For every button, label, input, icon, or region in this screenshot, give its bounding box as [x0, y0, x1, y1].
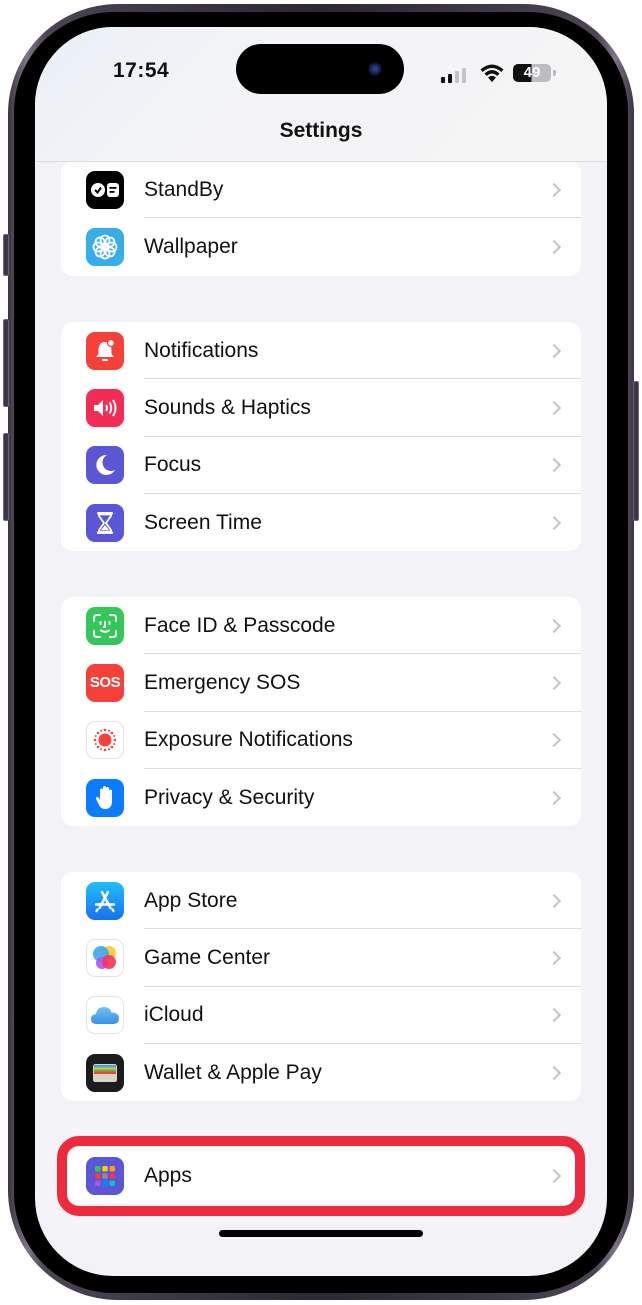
settings-item-screen-time[interactable]: Screen Time [61, 494, 581, 551]
standby-icon [86, 170, 124, 209]
bell-badge-icon [86, 331, 124, 370]
power-button [633, 381, 639, 521]
action-button [3, 234, 9, 276]
settings-item-label: Emergency SOS [144, 670, 301, 694]
settings-item-face-id[interactable]: Face ID & Passcode [61, 597, 581, 655]
settings-group-2: Notifications Sounds & Haptics Focus Scr… [61, 322, 581, 552]
sos-icon-text: SOS [89, 674, 121, 692]
settings-group-3: Face ID & Passcode SOS Emergency SOS Exp… [61, 597, 581, 827]
sos-icon: SOS [86, 663, 124, 702]
settings-group-4: App Store Game Center iCloud Wallet & Ap… [61, 872, 581, 1102]
settings-item-label: Wallpaper [144, 234, 238, 258]
settings-item-emergency-sos[interactable]: SOS Emergency SOS [61, 654, 581, 712]
exposure-sun-icon [86, 721, 124, 760]
highlight-annotation [57, 1136, 585, 1216]
cloud-icon [86, 996, 124, 1035]
settings-item-label: iCloud [144, 1003, 204, 1027]
settings-item-icloud[interactable]: iCloud [61, 987, 581, 1044]
face-id-icon [86, 606, 124, 645]
settings-item-exposure-notifications[interactable]: Exposure Notifications [61, 712, 581, 769]
screen: StandBy Wallpaper Notifications Sounds &… [35, 27, 607, 1276]
chevron-right-icon [546, 1008, 562, 1023]
settings-item-label: Privacy & Security [144, 785, 315, 809]
wallet-icon [86, 1053, 124, 1092]
settings-item-focus[interactable]: Focus [61, 437, 581, 494]
chevron-right-icon [546, 239, 562, 255]
chevron-right-icon [546, 400, 562, 416]
settings-item-wallet[interactable]: Wallet & Apple Pay [61, 1044, 581, 1101]
settings-group-1: StandBy Wallpaper [61, 161, 581, 276]
chevron-right-icon [546, 515, 562, 530]
settings-item-label: StandBy [144, 177, 224, 201]
chevron-right-icon [546, 675, 562, 691]
moon-icon [86, 446, 124, 485]
settings-item-notifications[interactable]: Notifications [61, 322, 581, 380]
settings-item-label: Exposure Notifications [144, 728, 353, 752]
settings-item-label: App Store [144, 888, 238, 912]
settings-item-label: Game Center [144, 945, 271, 969]
battery-icon: 49 [513, 64, 551, 82]
settings-item-sounds-haptics[interactable]: Sounds & Haptics [61, 379, 581, 437]
chevron-right-icon [546, 343, 562, 358]
settings-item-standby[interactable]: StandBy [61, 161, 581, 219]
chevron-right-icon [546, 458, 562, 473]
camera-icon [368, 62, 382, 76]
game-center-icon [86, 938, 124, 977]
settings-item-label: Screen Time [144, 510, 262, 534]
wifi-icon [480, 64, 504, 82]
settings-item-label: Face ID & Passcode [144, 613, 336, 637]
settings-item-label: Sounds & Haptics [144, 395, 311, 419]
battery-tip [553, 70, 556, 76]
status-time: 17:54 [113, 59, 170, 82]
settings-item-label: Wallet & Apple Pay [144, 1060, 322, 1084]
chevron-right-icon [546, 1065, 562, 1080]
settings-item-privacy-security[interactable]: Privacy & Security [61, 769, 581, 826]
chevron-right-icon [546, 893, 562, 908]
hourglass-icon [86, 503, 124, 542]
settings-item-game-center[interactable]: Game Center [61, 929, 581, 987]
wallpaper-flower-icon [86, 227, 124, 266]
speaker-icon [86, 388, 124, 427]
page-title: Settings [279, 119, 363, 142]
hand-icon [86, 778, 124, 817]
cellular-signal-icon [441, 67, 466, 83]
chevron-right-icon [546, 618, 562, 633]
nav-header: 17:54 49 Settings [35, 27, 607, 162]
settings-item-app-store[interactable]: App Store [61, 872, 581, 930]
chevron-right-icon [546, 182, 562, 197]
chevron-right-icon [546, 950, 562, 966]
settings-item-wallpaper[interactable]: Wallpaper [61, 218, 581, 275]
volume-down-button [3, 433, 9, 521]
settings-item-label: Focus [144, 453, 202, 477]
volume-up-button [3, 319, 9, 407]
app-store-icon [86, 881, 124, 920]
chevron-right-icon [546, 790, 562, 805]
home-indicator[interactable] [219, 1230, 423, 1237]
dynamic-island [236, 44, 404, 94]
chevron-right-icon [546, 733, 562, 748]
settings-item-label: Notifications [144, 338, 259, 362]
